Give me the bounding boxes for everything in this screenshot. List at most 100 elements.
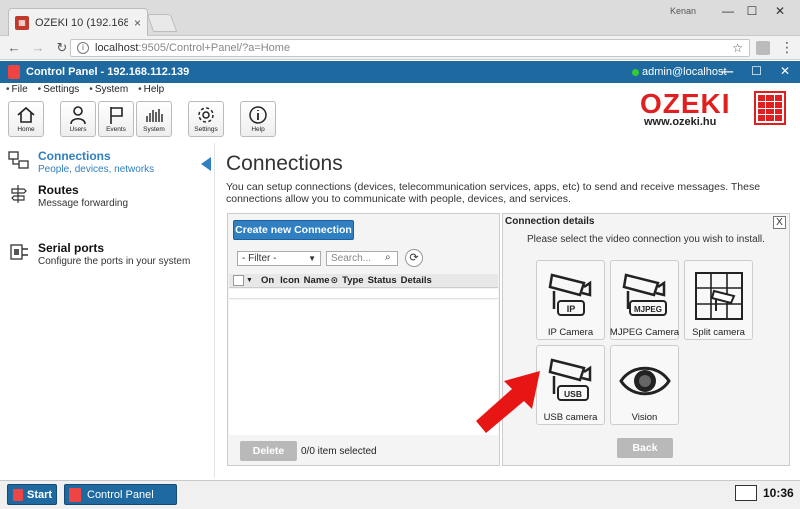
column-header-icon[interactable]: Icon xyxy=(280,275,300,286)
table-row xyxy=(229,289,498,299)
taskbar-item-control-panel[interactable]: Control Panel xyxy=(64,484,177,505)
select-dropdown-icon[interactable]: ▼ xyxy=(246,277,253,284)
ip-camera-tile[interactable]: IP IP Camera xyxy=(536,260,605,340)
active-item-arrow-icon xyxy=(201,157,211,171)
back-arrow-icon[interactable]: ← xyxy=(6,40,22,55)
logo-url: www.ozeki.hu xyxy=(644,116,717,128)
app-close-icon[interactable]: ✕ xyxy=(780,64,790,78)
sidebar-item-title: Routes xyxy=(38,183,79,197)
bookmark-star-icon[interactable]: ☆ xyxy=(732,41,743,55)
close-panel-button[interactable]: X xyxy=(773,216,786,229)
sidebar-item-serial-ports[interactable]: Serial ports Configure the ports in your… xyxy=(8,241,208,267)
eye-icon xyxy=(618,366,671,396)
filter-dropdown[interactable]: - Filter - ▼ xyxy=(237,251,321,266)
browser-menu-icon[interactable]: ⋮ xyxy=(780,39,794,56)
users-button[interactable]: Users xyxy=(60,101,96,137)
main-toolbar: Home Users Events System Settings Help xyxy=(8,101,278,137)
sidebar-item-routes[interactable]: Routes Message forwarding xyxy=(8,183,208,209)
site-info-icon[interactable]: i xyxy=(77,42,89,54)
url-path: :9505/Control+Panel/?a=Home xyxy=(138,42,291,54)
reload-icon[interactable]: ↻ xyxy=(54,40,70,56)
search-icon[interactable]: ⌕ xyxy=(385,252,391,263)
serial-ports-icon xyxy=(10,244,28,260)
close-window-icon[interactable]: ✕ xyxy=(770,4,790,18)
system-button[interactable]: System xyxy=(136,101,172,137)
tile-badge: IP xyxy=(566,304,575,314)
sidebar-item-connections[interactable]: Connections People, devices, networks xyxy=(8,149,208,175)
events-button[interactable]: Events xyxy=(98,101,134,137)
info-icon xyxy=(249,106,267,124)
column-header-type[interactable]: Type xyxy=(342,275,363,286)
current-user[interactable]: admin@localhost xyxy=(642,66,727,78)
tile-label: USB camera xyxy=(543,412,598,423)
column-header-name[interactable]: Name xyxy=(304,275,330,286)
forward-arrow-icon[interactable]: → xyxy=(30,40,46,55)
connections-icon xyxy=(8,151,29,169)
select-all-checkbox[interactable] xyxy=(233,275,244,286)
help-label: Help xyxy=(251,126,265,133)
clock: 10:36 xyxy=(763,486,794,500)
maximize-icon[interactable]: ☐ xyxy=(742,4,762,18)
page-description: You can setup connections (devices, tele… xyxy=(226,181,761,205)
extension-icon[interactable] xyxy=(756,41,770,55)
url-text[interactable]: localhost:9505/Control+Panel/?a=Home xyxy=(95,42,726,54)
chevron-down-icon: ▼ xyxy=(308,254,316,263)
new-tab-button[interactable] xyxy=(146,14,178,32)
browser-tab-strip: ▦ OZEKI 10 (192.168.112.13 × Kenan — ☐ ✕ xyxy=(0,0,800,36)
column-header-details[interactable]: Details xyxy=(401,275,432,286)
keyboard-icon[interactable] xyxy=(735,485,757,501)
tile-badge: MJPEG xyxy=(633,305,661,314)
column-header-on[interactable]: On xyxy=(261,275,274,286)
bar-levels-icon xyxy=(146,109,163,122)
app-minimize-icon[interactable]: — xyxy=(721,64,733,78)
start-label: Start xyxy=(27,488,53,501)
refresh-icon: ⟳ xyxy=(409,252,419,264)
browser-tab[interactable]: ▦ OZEKI 10 (192.168.112.13 × xyxy=(8,8,148,36)
sidebar-item-title: Connections xyxy=(38,149,111,163)
home-icon xyxy=(17,106,35,123)
column-header-status[interactable]: Status xyxy=(368,275,397,286)
ip-camera-icon: IP xyxy=(548,273,591,316)
sidebar-item-subtitle: People, devices, networks xyxy=(38,164,155,175)
settings-button[interactable]: Settings xyxy=(188,101,224,137)
split-camera-tile[interactable]: Split camera xyxy=(684,260,753,340)
connections-list-panel: Create new Connection - Filter - ▼ Searc… xyxy=(227,213,500,466)
address-bar[interactable]: i localhost:9505/Control+Panel/?a=Home ☆ xyxy=(70,39,750,57)
help-button[interactable]: Help xyxy=(240,101,276,137)
minimize-icon[interactable]: — xyxy=(718,4,738,18)
filter-value: - Filter - xyxy=(242,253,277,264)
menu-file[interactable]: File xyxy=(6,84,28,98)
mjpeg-camera-tile[interactable]: MJPEG MJPEG Camera xyxy=(610,260,679,340)
app-title: Control Panel - 192.168.112.139 xyxy=(26,66,190,78)
vision-tile[interactable]: Vision xyxy=(610,345,679,425)
home-label: Home xyxy=(17,126,35,133)
sidebar-item-subtitle: Configure the ports in your system xyxy=(38,256,191,267)
app-maximize-icon[interactable]: ☐ xyxy=(751,64,762,78)
back-button[interactable]: Back xyxy=(617,438,673,458)
refresh-button[interactable]: ⟳ xyxy=(405,249,423,267)
ozeki-app-icon xyxy=(8,65,20,79)
create-new-connection-button[interactable]: Create new Connection xyxy=(233,220,354,240)
delete-button[interactable]: Delete xyxy=(240,441,297,461)
instruction-text: Please select the video connection you w… xyxy=(527,234,765,245)
usb-camera-tile[interactable]: USB USB camera xyxy=(536,345,605,425)
tab-title: OZEKI 10 (192.168.112.13 xyxy=(35,16,128,29)
users-label: Users xyxy=(69,126,87,133)
tile-badge: USB xyxy=(564,389,582,399)
tab-close-icon[interactable]: × xyxy=(134,16,141,30)
menu-help[interactable]: Help xyxy=(138,84,165,98)
tile-label: Split camera xyxy=(692,327,745,338)
browser-profile-name[interactable]: Kenan xyxy=(670,6,696,16)
table-header: ▼ On Icon Name ⊙ Type Status Details xyxy=(229,274,498,288)
sort-icon[interactable]: ⊙ xyxy=(331,275,339,286)
menu-system[interactable]: System xyxy=(89,84,128,98)
home-button[interactable]: Home xyxy=(8,101,44,137)
menu-settings[interactable]: Settings xyxy=(38,84,79,98)
online-status-icon xyxy=(632,69,639,76)
table-body xyxy=(229,300,498,435)
sidebar-item-subtitle: Message forwarding xyxy=(38,198,129,209)
start-button[interactable]: Start xyxy=(7,484,57,505)
app-title-bar: Control Panel - 192.168.112.139 admin@lo… xyxy=(0,61,800,83)
selection-count: 0/0 item selected xyxy=(301,446,377,457)
url-host: localhost xyxy=(95,42,139,54)
